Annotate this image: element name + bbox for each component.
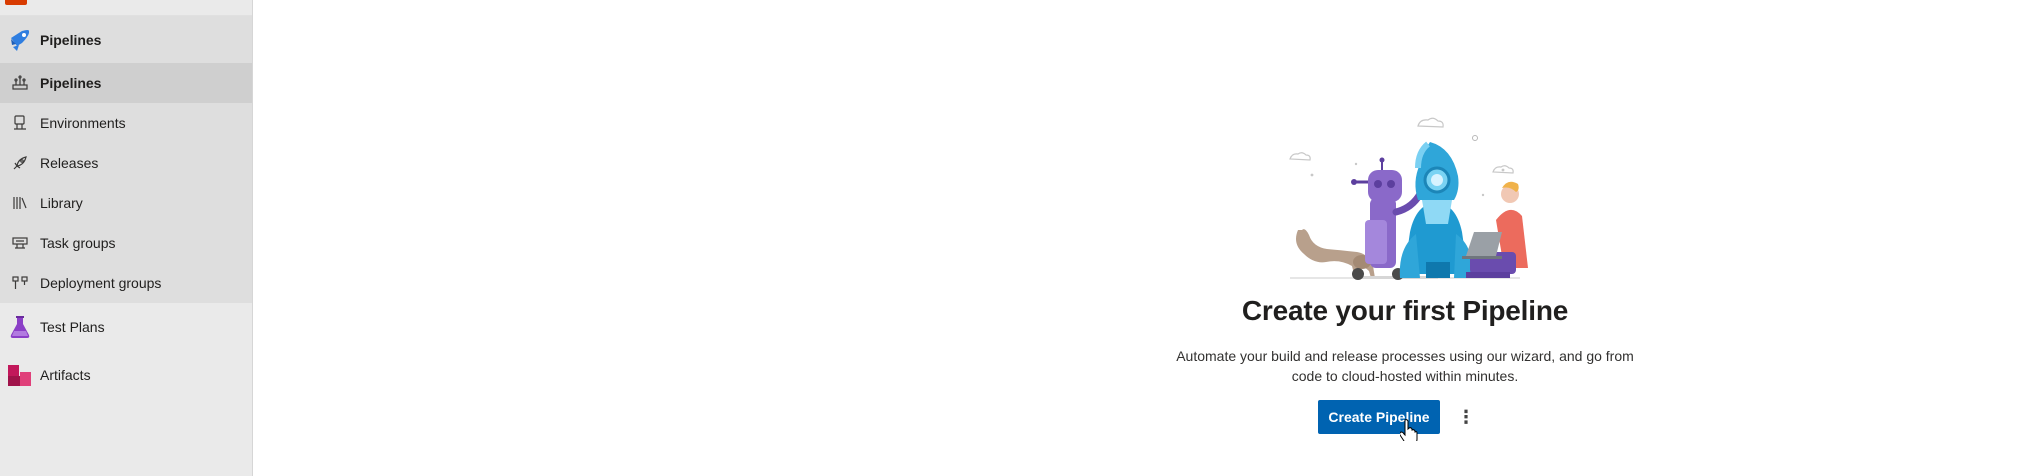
sidebar-item-label: Pipelines	[40, 75, 102, 91]
create-pipeline-button[interactable]: Create Pipeline	[1318, 400, 1440, 434]
sidebar-item-label: Task groups	[40, 235, 116, 251]
hub-test-plans-label: Test Plans	[40, 319, 105, 335]
artifacts-icon	[0, 362, 40, 388]
previous-hub-item	[0, 0, 252, 16]
test-plans-flask-icon	[0, 315, 40, 339]
partial-hub-icon	[5, 0, 27, 5]
sidebar-item-library[interactable]: Library	[0, 183, 252, 223]
rocket-icon	[0, 155, 40, 171]
environments-icon	[0, 115, 40, 131]
sidebar-item-label: Releases	[40, 155, 99, 171]
library-icon	[0, 195, 40, 211]
sidebar-item-task-groups[interactable]: Task groups	[0, 223, 252, 263]
left-navigation: Pipelines Pipelines Environments Release…	[0, 0, 253, 476]
task-groups-icon	[0, 235, 40, 251]
sidebar-item-pipelines[interactable]: Pipelines	[0, 63, 252, 103]
hub-pipelines-label: Pipelines	[40, 32, 102, 48]
pipelines-icon	[0, 75, 40, 91]
sidebar-item-label: Deployment groups	[40, 275, 162, 291]
sidebar-item-deployment-groups[interactable]: Deployment groups	[0, 263, 252, 303]
pipeline-robot-rocket-illustration	[1270, 112, 1540, 282]
sidebar-item-releases[interactable]: Releases	[0, 143, 252, 183]
more-options-icon[interactable]: ⋮	[1455, 402, 1477, 432]
hub-test-plans[interactable]: Test Plans	[0, 307, 252, 347]
hand-cursor-icon	[1399, 419, 1418, 446]
sidebar-item-label: Library	[40, 195, 83, 211]
sidebar-item-label: Environments	[40, 115, 126, 131]
empty-state-title: Create your first Pipeline	[1241, 295, 1569, 326]
pipelines-hub-icon	[0, 28, 40, 52]
empty-state-description: Automate your build and release processe…	[1176, 348, 1634, 384]
hub-artifacts-label: Artifacts	[40, 367, 91, 383]
hub-artifacts[interactable]: Artifacts	[0, 355, 252, 395]
deployment-groups-icon	[0, 275, 40, 291]
sidebar-item-environments[interactable]: Environments	[0, 103, 252, 143]
hub-pipelines[interactable]: Pipelines	[0, 20, 252, 60]
